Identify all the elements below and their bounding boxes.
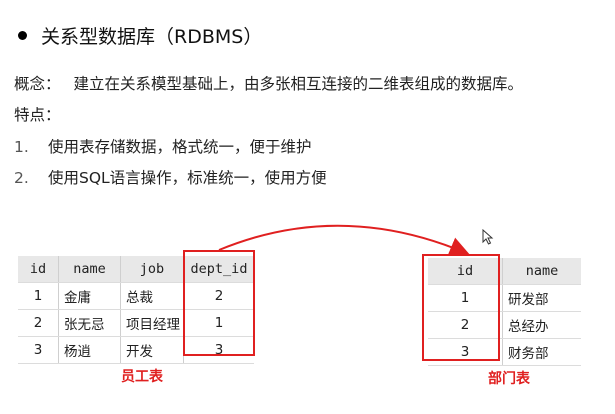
mouse-cursor-icon	[482, 229, 494, 245]
department-table-caption: 部门表	[488, 371, 530, 387]
relation-arrow	[218, 224, 470, 257]
employee-table-caption: 员工表	[121, 369, 163, 385]
